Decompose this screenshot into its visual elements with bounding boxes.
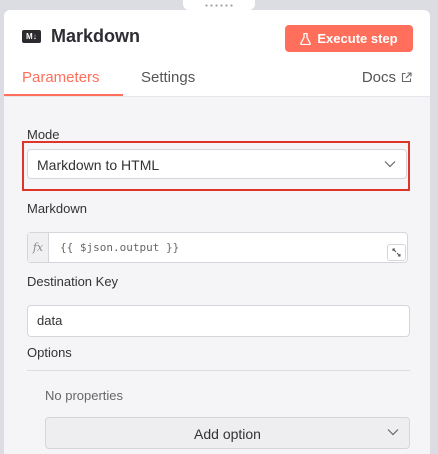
docs-label: Docs (361, 69, 396, 86)
options-label: Options (27, 345, 72, 360)
destination-key-label: Destination Key (27, 274, 119, 289)
node-title[interactable]: Markdown (51, 26, 140, 47)
destination-key-input[interactable]: data (27, 305, 410, 337)
mode-select[interactable]: Markdown to HTML (27, 149, 407, 179)
chevron-down-icon (384, 161, 396, 168)
node-settings-panel: M↓ Markdown Execute step Parameters Sett… (4, 10, 430, 454)
fx-icon: fx (28, 233, 49, 262)
drag-dots-icon (204, 2, 234, 8)
flask-icon (300, 32, 312, 45)
expand-editor-button[interactable] (387, 244, 406, 261)
parameters-content: Mode Markdown to HTML Markdown fx {{ $js… (4, 97, 430, 454)
no-properties-text: No properties (45, 388, 124, 403)
external-link-icon (401, 72, 412, 83)
markdown-expression-value: {{ $json.output }} (60, 241, 180, 254)
mode-label: Mode (27, 127, 60, 142)
mode-select-value: Markdown to HTML (37, 157, 160, 173)
active-tab-indicator (4, 94, 123, 96)
markdown-label: Markdown (27, 201, 87, 216)
tab-docs[interactable]: Docs (362, 69, 412, 86)
expand-icon (392, 248, 401, 257)
execute-step-label: Execute step (317, 31, 398, 46)
panel-header: M↓ Markdown Execute step (4, 10, 430, 64)
add-option-dropdown[interactable]: Add option (45, 417, 410, 449)
tab-parameters[interactable]: Parameters (22, 69, 100, 86)
chevron-down-icon (387, 429, 399, 436)
markdown-expression-field[interactable]: fx {{ $json.output }} (27, 232, 408, 263)
markdown-icon: M↓ (22, 30, 41, 43)
tab-settings[interactable]: Settings (141, 69, 195, 86)
tab-bar: Parameters Settings Docs (4, 64, 430, 97)
execute-step-button[interactable]: Execute step (285, 25, 413, 52)
panel-drag-handle[interactable] (183, 0, 255, 10)
options-divider (27, 370, 410, 371)
add-option-label: Add option (194, 426, 261, 442)
